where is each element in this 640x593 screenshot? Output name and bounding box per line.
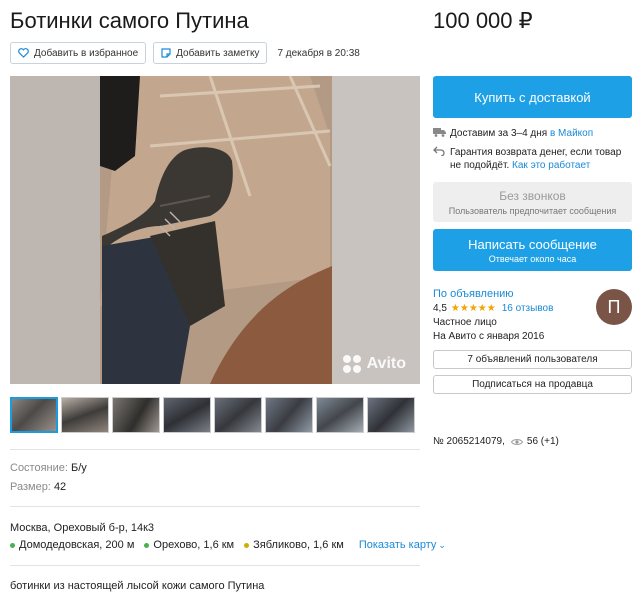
no-calls-subtitle: Пользователь предпочитает сообщения (448, 205, 617, 216)
no-calls-title: Без звонков (499, 188, 566, 203)
address: Москва, Ореховый б-р, 14к3 (10, 522, 155, 534)
divider (10, 506, 420, 507)
watermark-text: Avito (366, 355, 406, 372)
thumbnail-6[interactable] (265, 397, 313, 433)
param-condition-value: Б/у (71, 462, 87, 474)
write-message-subtitle: Отвечает около часа (488, 253, 577, 264)
reviews-link[interactable]: 16 отзывов (502, 303, 554, 314)
metro-station-name: Орехово, 1,6 км (153, 539, 235, 551)
param-size-key: Размер: (10, 481, 51, 493)
divider (10, 449, 420, 450)
avito-watermark: Avito (342, 354, 406, 374)
action-row: Добавить в избранное Добавить заметку 7 … (10, 42, 360, 64)
divider (10, 565, 420, 566)
add-to-favorites-button[interactable]: Добавить в избранное (10, 42, 147, 64)
note-icon (161, 48, 171, 58)
param-size: Размер: 42 (10, 481, 66, 493)
eye-icon (510, 438, 523, 446)
metro-station-name: Домодедовская, 200 м (19, 539, 135, 551)
delivery-text: Доставим за 3–4 дня (450, 128, 548, 139)
guarantee-text: Гарантия возврата денег, если товар не п… (450, 146, 621, 172)
boot-photo-illustration (10, 76, 420, 384)
add-note-button[interactable]: Добавить заметку (153, 42, 268, 64)
main-photo[interactable]: Avito (10, 76, 420, 384)
guarantee-line-2: не подойдёт. (450, 160, 510, 171)
user-listings-button[interactable]: 7 объявлений пользователя (433, 350, 632, 369)
how-it-works-link[interactable]: Как это работает (512, 160, 590, 171)
guarantee-info: Гарантия возврата денег, если товар не п… (433, 146, 621, 172)
metro-line-dot (144, 542, 150, 548)
listing-title: Ботинки самого Путина (10, 8, 249, 33)
add-to-favorites-label: Добавить в избранное (34, 47, 139, 59)
thumbnail-3[interactable] (112, 397, 160, 433)
chevron-down-icon: ⌄ (438, 539, 446, 550)
listing-date: 7 декабря в 20:38 (277, 47, 360, 59)
thumbnail-7[interactable] (316, 397, 364, 433)
seller-since: На Авито с января 2016 (433, 331, 545, 342)
rating-stars-icon: ★★★★★ (450, 303, 496, 314)
metro-list: Домодедовская, 200 м Орехово, 1,6 км Зяб… (10, 539, 446, 551)
thumbnail-8[interactable] (367, 397, 415, 433)
show-map-link[interactable]: Показать карту ⌄ (359, 539, 446, 551)
metro-station: Домодедовская, 200 м (10, 539, 134, 551)
listing-description: ботинки из настоящей лысой кожи самого П… (10, 580, 265, 592)
subscribe-seller-button[interactable]: Подписаться на продавца (433, 375, 632, 394)
delivery-info: Доставим за 3–4 дня в Майкоп (433, 127, 593, 140)
item-number: № 2065214079, (433, 436, 505, 447)
param-condition-key: Состояние: (10, 462, 68, 474)
thumbnail-2[interactable] (61, 397, 109, 433)
rating-value: 4,5 (433, 303, 447, 314)
param-size-value: 42 (53, 481, 67, 493)
truck-icon (433, 127, 447, 137)
return-arrow-icon (433, 146, 447, 156)
metro-line-dot (244, 542, 250, 548)
no-calls-button[interactable]: Без звонков Пользователь предпочитает со… (433, 182, 632, 222)
thumbnail-1[interactable] (10, 397, 58, 433)
item-meta: № 2065214079, 56 (+1) (433, 436, 559, 447)
thumbnail-4[interactable] (163, 397, 211, 433)
buy-with-delivery-button[interactable]: Купить с доставкой (433, 76, 632, 118)
param-condition: Состояние: Б/у (10, 462, 87, 474)
delivery-city-link[interactable]: в Майкоп (550, 127, 593, 140)
metro-station: Орехово, 1,6 км (144, 539, 234, 551)
add-note-label: Добавить заметку (176, 47, 260, 59)
views-count: 56 (+1) (526, 436, 559, 447)
guarantee-line-1: Гарантия возврата денег, если товар (450, 147, 622, 158)
show-map-label: Показать карту (358, 539, 437, 551)
thumbnail-strip (10, 397, 418, 433)
seller-avatar[interactable]: П (596, 289, 632, 325)
metro-station-name: Зябликово, 1,6 км (253, 539, 344, 551)
write-message-button[interactable]: Написать сообщение Отвечает около часа (433, 229, 632, 271)
listing-price: 100 000 ₽ (433, 8, 533, 33)
metro-line-dot (10, 542, 15, 548)
write-message-title: Написать сообщение (468, 236, 597, 252)
metro-station: Зябликово, 1,6 км (244, 539, 344, 551)
thumbnail-5[interactable] (214, 397, 262, 433)
avito-logo-icon (342, 354, 362, 374)
heart-icon (18, 48, 29, 58)
